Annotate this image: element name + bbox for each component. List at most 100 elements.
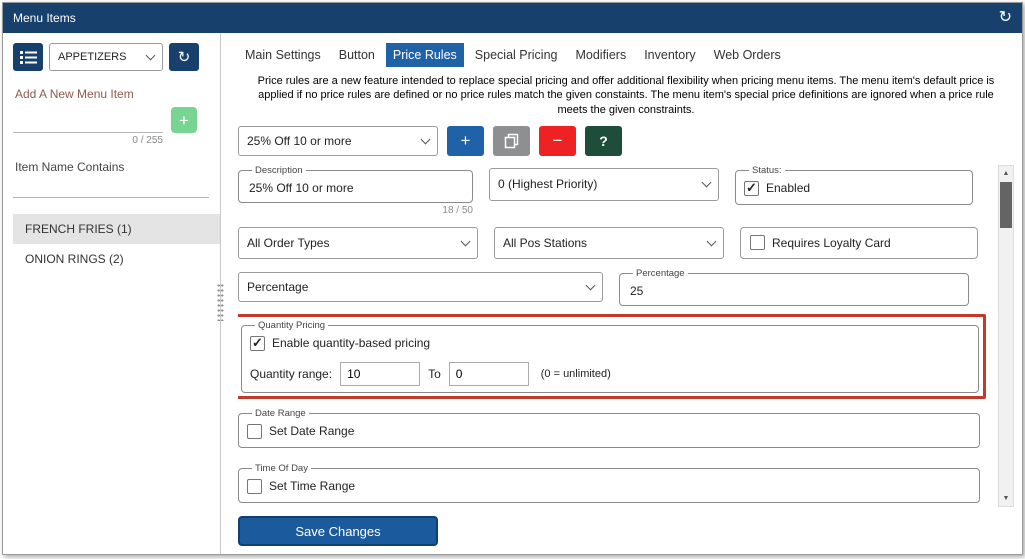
category-select-value: APPETIZERS [58,51,126,63]
add-new-item-row: + [13,107,220,133]
rule-select[interactable]: 25% Off 10 or more [238,126,438,156]
sidebar-refresh-button[interactable]: ↻ [169,43,199,71]
tab-main-settings[interactable]: Main Settings [238,43,328,67]
copy-rule-button[interactable] [493,126,530,156]
order-types-select[interactable]: All Order Types [238,227,478,259]
time-of-day-legend: Time Of Day [252,463,311,474]
loyalty-card-checkbox[interactable] [750,235,765,250]
quantity-to-input[interactable] [449,362,529,386]
new-item-name-input[interactable] [13,113,163,133]
set-date-range-label: Set Date Range [269,424,354,438]
category-list-button[interactable] [13,43,43,71]
description-group: Description 25% Off 10 or more 18 / 50 [238,165,473,216]
quantity-pricing-highlight: Quantity Pricing Enable quantity-based p… [238,314,986,399]
tab-bar: Main Settings Button Price Rules Special… [238,43,1014,67]
tab-web-orders[interactable]: Web Orders [707,43,788,67]
item-filter-input[interactable] [13,178,209,198]
quantity-pricing-fieldset: Quantity Pricing Enable quantity-based p… [241,320,979,393]
save-changes-button[interactable]: Save Changes [238,516,438,546]
remove-rule-button[interactable]: − [539,126,576,156]
chevron-down-icon [702,178,712,188]
quantity-to-label: To [428,367,441,381]
chevron-down-icon [586,280,596,290]
enabled-label: Enabled [766,181,810,195]
status-fieldset: Status: Enabled [735,165,973,205]
date-range-legend: Date Range [252,408,309,419]
enable-quantity-pricing-label: Enable quantity-based pricing [272,336,430,350]
copy-icon [504,133,519,149]
percentage-value[interactable]: 25 [628,282,960,299]
chevron-down-icon [461,236,471,246]
quantity-pricing-legend: Quantity Pricing [255,320,328,331]
form-row-2: All Order Types All Pos Stations Require… [238,227,980,259]
tab-price-rules[interactable]: Price Rules [386,43,464,67]
set-time-range-row: Set Time Range [247,477,971,496]
form-row-3: Percentage Percentage 25 [238,272,980,306]
percentage-legend: Percentage [633,268,688,279]
pos-stations-select[interactable]: All Pos Stations [494,227,724,259]
save-row: Save Changes [238,516,1014,546]
list-item[interactable]: ONION RINGS (2) [13,244,220,274]
price-rules-intro-text: Price rules are a new feature intended t… [242,74,1010,117]
title-bar: Menu Items ↻ [3,3,1022,33]
sidebar-toolbar: APPETIZERS ↻ [13,43,220,71]
scroll-up-arrow-icon[interactable]: ▲ [999,166,1013,181]
status-legend: Status: [749,165,785,176]
titlebar-refresh-icon[interactable]: ↻ [999,10,1012,26]
description-legend: Description [252,165,306,176]
new-item-char-counter: 0 / 255 [13,135,163,146]
quantity-range-row: Quantity range: To (0 = unlimited) [250,362,970,386]
rule-select-value: 25% Off 10 or more [247,134,352,148]
enable-quantity-pricing-checkbox[interactable] [250,336,265,351]
form-row-1: Description 25% Off 10 or more 18 / 50 0… [238,165,980,216]
app-window: Menu Items ↻ APPETIZERS ↻ [2,2,1023,555]
sidebar-splitter-handle[interactable] [217,283,224,321]
rule-type-select[interactable]: Percentage [238,272,603,302]
add-new-item-label: Add A New Menu Item [15,87,220,101]
loyalty-card-label: Requires Loyalty Card [772,236,891,250]
tab-button[interactable]: Button [332,43,382,67]
set-time-range-checkbox[interactable] [247,479,262,494]
description-fieldset: Description 25% Off 10 or more [238,165,473,203]
quantity-unlimited-hint: (0 = unlimited) [541,368,611,380]
priority-select-value: 0 (Highest Priority) [498,177,597,191]
scrollbar-thumb[interactable] [1000,182,1012,228]
rule-form-scroll-area: Description 25% Off 10 or more 18 / 50 0… [238,165,1014,507]
tab-special-pricing[interactable]: Special Pricing [468,43,565,67]
set-date-range-checkbox[interactable] [247,424,262,439]
description-char-counter: 18 / 50 [442,205,473,216]
sidebar: APPETIZERS ↻ Add A New Menu Item + 0 / 2… [3,33,221,554]
loyalty-card-box: Requires Loyalty Card [740,227,978,259]
chevron-down-icon [146,51,156,61]
rule-selector-row: 25% Off 10 or more + − ? [238,126,1014,156]
priority-select[interactable]: 0 (Highest Priority) [489,168,719,201]
numbered-list-icon [20,50,37,64]
refresh-icon: ↻ [178,50,191,65]
vertical-scrollbar[interactable]: ▲ ▼ [998,165,1014,507]
order-types-value: All Order Types [247,236,329,250]
main-panel: Main Settings Button Price Rules Special… [221,33,1022,554]
description-value[interactable]: 25% Off 10 or more [247,179,464,196]
time-of-day-fieldset: Time Of Day Set Time Range [238,463,980,503]
rule-type-value: Percentage [247,280,308,294]
help-button[interactable]: ? [585,126,622,156]
enable-quantity-pricing-row: Enable quantity-based pricing [250,334,970,353]
set-time-range-label: Set Time Range [269,479,355,493]
add-item-button[interactable]: + [171,107,197,133]
item-filter-label: Item Name Contains [15,160,220,174]
tab-modifiers[interactable]: Modifiers [568,43,633,67]
date-range-fieldset: Date Range Set Date Range [238,408,980,448]
category-select[interactable]: APPETIZERS [49,43,163,71]
add-rule-button[interactable]: + [447,126,484,156]
quantity-from-input[interactable] [340,362,420,386]
enabled-checkbox[interactable] [744,181,759,196]
content-area: APPETIZERS ↻ Add A New Menu Item + 0 / 2… [3,33,1022,554]
chevron-down-icon [707,236,717,246]
scroll-down-arrow-icon[interactable]: ▼ [999,491,1013,506]
percentage-fieldset: Percentage 25 [619,268,969,306]
tab-inventory[interactable]: Inventory [637,43,702,67]
window-title: Menu Items [13,11,76,25]
list-item[interactable]: FRENCH FRIES (1) [13,214,220,244]
menu-item-list: FRENCH FRIES (1) ONION RINGS (2) [13,214,220,274]
rule-form: Description 25% Off 10 or more 18 / 50 0… [238,165,980,503]
